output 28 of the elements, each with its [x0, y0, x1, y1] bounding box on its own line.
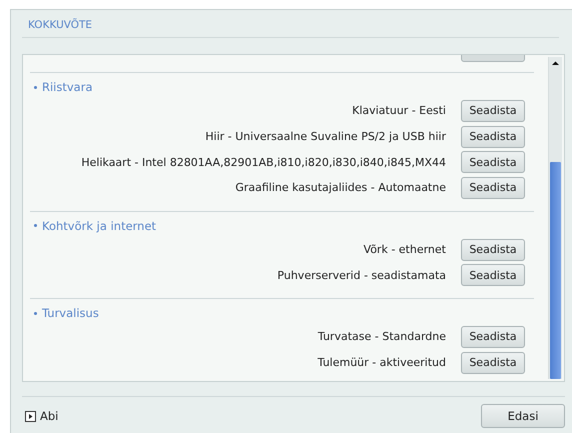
setting-label: Klaviatuur - Eesti [352, 104, 446, 118]
expand-icon [25, 410, 36, 422]
setting-label: Helikaart - Intel 82801AA,82901AB,i810,i820,i830,i840,i845,MX44 [81, 156, 446, 169]
bullet-icon [34, 224, 37, 228]
configure-button[interactable]: Seadista [461, 100, 525, 122]
section-title: Turvalisus [42, 306, 99, 320]
configure-button[interactable]: Seadista [461, 264, 525, 286]
scroll-thumb[interactable] [550, 162, 561, 379]
configure-button[interactable]: Seadista [461, 238, 525, 261]
setting-label: Hiir - Universaalne Suvaline PS/2 ja USB hiir [205, 130, 446, 144]
setting-label: Puhverserverid - seadistamata [277, 268, 446, 282]
configure-button[interactable]: Seadista [461, 352, 525, 374]
setting-label: Turvatase - Standardne [318, 330, 446, 344]
configure-button[interactable]: Seadista [461, 326, 525, 348]
bullet-icon [34, 86, 37, 88]
configure-button[interactable]: Seadista [461, 151, 525, 174]
scrollbar[interactable] [548, 57, 562, 379]
configure-button[interactable]: Seadista [461, 176, 525, 199]
setting-label: Võrk - ethernet [364, 243, 446, 256]
page-title: KOKKUVÕTE [22, 10, 559, 38]
help-toggle[interactable]: Abi [25, 409, 58, 423]
configure-button[interactable]: Seadista [461, 126, 525, 148]
bullet-icon [34, 312, 37, 315]
setting-label: Tulemüür - aktiveeritud [318, 356, 446, 370]
section-title: Kohtvõrk ja internet [42, 218, 156, 233]
next-button[interactable]: Edasi [481, 404, 565, 428]
setting-label: Graafiline kasutajaliides - Automaatne [235, 181, 446, 194]
section-title: Riistvara [42, 80, 93, 94]
